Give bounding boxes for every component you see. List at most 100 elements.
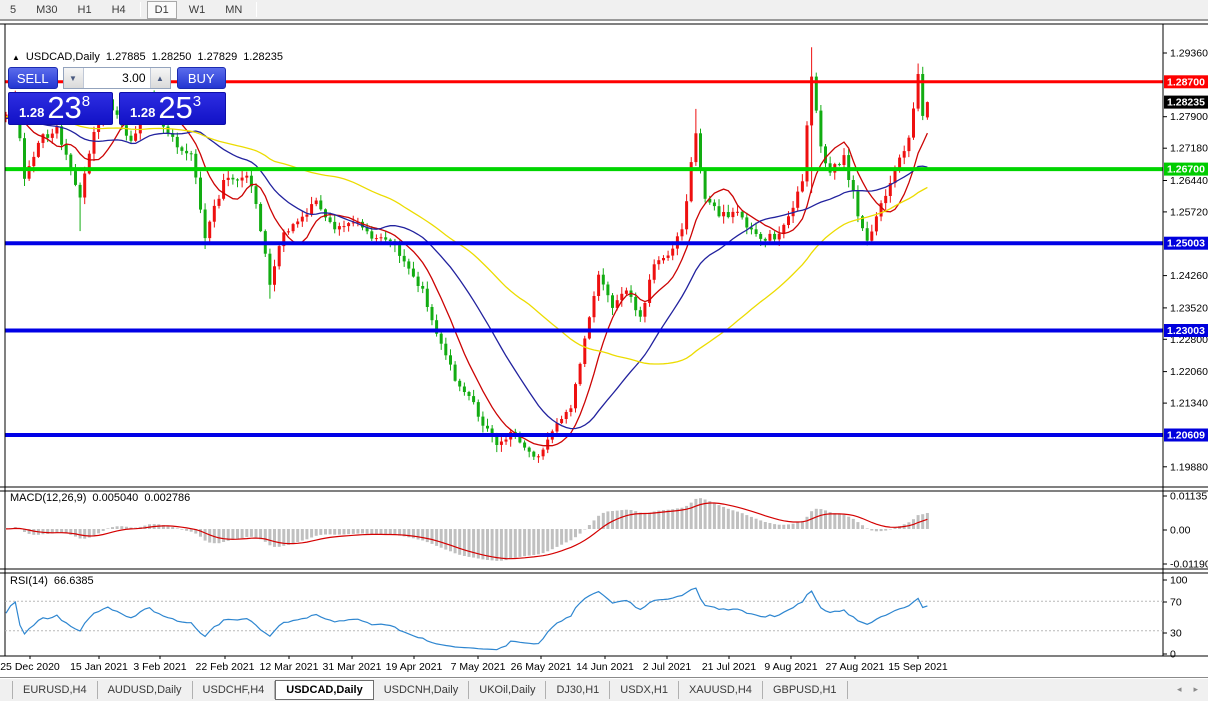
price-badge-label: 1.28700 — [1167, 76, 1205, 88]
rsi-axis-label: 30 — [1170, 628, 1182, 640]
date-tick-label: 9 Aug 2021 — [764, 661, 817, 673]
sell-price-sup: 8 — [82, 94, 90, 109]
date-tick-label: 21 Jul 2021 — [702, 661, 756, 673]
macd-signal-line — [6, 503, 927, 559]
rsi-axis-label: 0 — [1170, 649, 1176, 661]
timeframe-button-MN[interactable]: MN — [217, 1, 250, 19]
collapse-triangle-icon[interactable]: ▲ — [12, 53, 20, 62]
price-tick-label: 1.24260 — [1170, 270, 1208, 282]
rsi-panel — [5, 588, 1163, 650]
ohlc-close: 1.28235 — [243, 51, 283, 63]
rsi-name: RSI(14) — [10, 575, 48, 587]
price-axis[interactable]: 1.29360 1.27900 1.27180 1.26440 1.25720 1.242… — [1163, 48, 1208, 661]
price-tick-label: 1.21340 — [1170, 398, 1208, 410]
timeframe-button-M30[interactable]: M30 — [28, 1, 65, 19]
symbol-tab-gbpusd[interactable]: GBPUSD,H1 — [763, 681, 848, 699]
symbol-tab-dj30[interactable]: DJ30,H1 — [546, 681, 610, 699]
volume-decrease-button[interactable]: ▼ — [64, 68, 84, 88]
rsi-axis-label: 100 — [1170, 575, 1188, 587]
price-badge-label: 1.23003 — [1167, 325, 1205, 337]
date-tick-label: 7 May 2021 — [451, 661, 506, 673]
rsi-axis-label: 70 — [1170, 597, 1182, 609]
symbol-tab-ukoil[interactable]: UKOil,Daily — [469, 681, 546, 699]
price-tick-label: 1.27180 — [1170, 143, 1208, 155]
volume-input[interactable]: 3.00 — [84, 68, 150, 88]
macd-indicator-label: MACD(12,26,9) 0.005040 0.002786 — [10, 492, 190, 504]
toolbar-separator — [140, 2, 141, 17]
price-tick-label: 1.19880 — [1170, 461, 1208, 473]
macd-axis-label: -0.011904 — [1170, 559, 1208, 571]
price-tick-label: 1.27900 — [1170, 111, 1208, 123]
timeframe-button-5[interactable]: 5 — [2, 1, 24, 19]
toolbar-separator — [256, 2, 257, 17]
price-tick-label: 1.26440 — [1170, 175, 1208, 187]
timeframe-toolbar[interactable]: 5M30 H1H4 D1W1MN — [0, 0, 1208, 21]
macd-axis-label: 0.01135 — [1170, 491, 1207, 503]
sell-price-big: 23 — [47, 95, 81, 121]
one-click-trade-panel: SELL ▼ 3.00 ▲ BUY 1.28 23 8 1.28 25 3 — [8, 67, 226, 125]
rsi-line — [6, 588, 927, 650]
buy-price-sup: 3 — [193, 94, 201, 109]
symbol-tab-usdcnh[interactable]: USDCNH,Daily — [374, 681, 470, 699]
date-tick-label: 3 Feb 2021 — [133, 661, 186, 673]
symbol-tab-usdx[interactable]: USDX,H1 — [610, 681, 679, 699]
buy-price-base: 1.28 — [130, 105, 155, 120]
buy-button[interactable]: BUY — [177, 67, 227, 89]
symbol-tab-bar: EURUSD,H4AUDUSD,DailyUSDCHF,H4USDCAD,Dai… — [0, 677, 1208, 701]
date-tick-label: 26 May 2021 — [511, 661, 572, 673]
date-tick-label: 31 Mar 2021 — [323, 661, 382, 673]
price-tick-label: 1.29360 — [1170, 48, 1208, 60]
date-tick-label: 2 Jul 2021 — [643, 661, 692, 673]
macd-name: MACD(12,26,9) — [10, 492, 86, 504]
macd-value-main: 0.005040 — [92, 492, 138, 504]
timeframe-button-W1[interactable]: W1 — [181, 1, 214, 19]
timeframe-button-D1[interactable]: D1 — [147, 1, 177, 19]
tab-scroll-buttons: ◂▸ — [1177, 684, 1198, 695]
timeframe-button-H4[interactable]: H4 — [104, 1, 134, 19]
rsi-indicator-label: RSI(14) 66.6385 — [10, 575, 94, 587]
price-tick-label: 1.22060 — [1170, 366, 1208, 378]
rsi-value: 66.6385 — [54, 575, 94, 587]
date-tick-label: 19 Apr 2021 — [386, 661, 443, 673]
price-tick-label: 1.23520 — [1170, 302, 1208, 314]
symbol-tab-xauusd[interactable]: XAUUSD,H4 — [679, 681, 763, 699]
price-badge-label: 1.25003 — [1167, 238, 1205, 250]
date-tick-label: 15 Jan 2021 — [70, 661, 128, 673]
symbol-tab-eurusd[interactable]: EURUSD,H4 — [12, 681, 98, 699]
macd-panel — [5, 498, 929, 561]
timeframe-button-H1[interactable]: H1 — [70, 1, 100, 19]
buy-price-big: 25 — [158, 95, 192, 121]
date-tick-label: 25 Dec 2020 — [0, 661, 60, 673]
chart-window[interactable]: 1.29360 1.27900 1.27180 1.26440 1.25720 1.242… — [0, 23, 1208, 677]
price-badge-label: 1.26700 — [1167, 164, 1205, 176]
ma-line-55 — [6, 116, 927, 364]
date-tick-label: 15 Sep 2021 — [888, 661, 948, 673]
price-badge-label: 1.28235 — [1167, 97, 1205, 109]
chart-title: USDCAD,Daily — [26, 51, 100, 63]
ohlc-low: 1.27829 — [197, 51, 237, 63]
sell-price-box[interactable]: 1.28 23 8 — [8, 92, 113, 125]
time-axis[interactable]: 25 Dec 2020 15 Jan 2021 3 Feb 2021 22 Feb 2… — [0, 656, 948, 673]
price-badge-label: 1.20609 — [1167, 430, 1205, 442]
volume-stepper: ▼ 3.00 ▲ — [63, 67, 171, 89]
buy-price-box[interactable]: 1.28 25 3 — [119, 92, 226, 125]
symbol-tab-usdcad[interactable]: USDCAD,Daily — [275, 680, 373, 700]
date-tick-label: 22 Feb 2021 — [196, 661, 255, 673]
mt4-window: 5M30 H1H4 D1W1MN 1.29360 1.27900 1.27180 1.26… — [0, 0, 1208, 701]
price-tick-label: 1.25720 — [1170, 206, 1208, 218]
macd-value-signal: 0.002786 — [144, 492, 190, 504]
chart-header: ▲ USDCAD,Daily 1.27885 1.28250 1.27829 1… — [12, 51, 283, 63]
sell-button[interactable]: SELL — [8, 67, 58, 89]
symbol-tab-usdchf[interactable]: USDCHF,H4 — [193, 681, 276, 699]
date-tick-label: 12 Mar 2021 — [260, 661, 319, 673]
ohlc-high: 1.28250 — [152, 51, 192, 63]
date-tick-label: 27 Aug 2021 — [826, 661, 885, 673]
sell-price-base: 1.28 — [19, 105, 44, 120]
tab-scroll-left-icon[interactable]: ◂ — [1177, 684, 1182, 695]
volume-increase-button[interactable]: ▲ — [150, 68, 170, 88]
macd-axis-label: 0.00 — [1170, 525, 1191, 537]
date-tick-label: 14 Jun 2021 — [576, 661, 634, 673]
symbol-tab-audusd[interactable]: AUDUSD,Daily — [98, 681, 193, 699]
ma-line-25 — [6, 117, 927, 429]
tab-scroll-right-icon[interactable]: ▸ — [1193, 684, 1198, 695]
